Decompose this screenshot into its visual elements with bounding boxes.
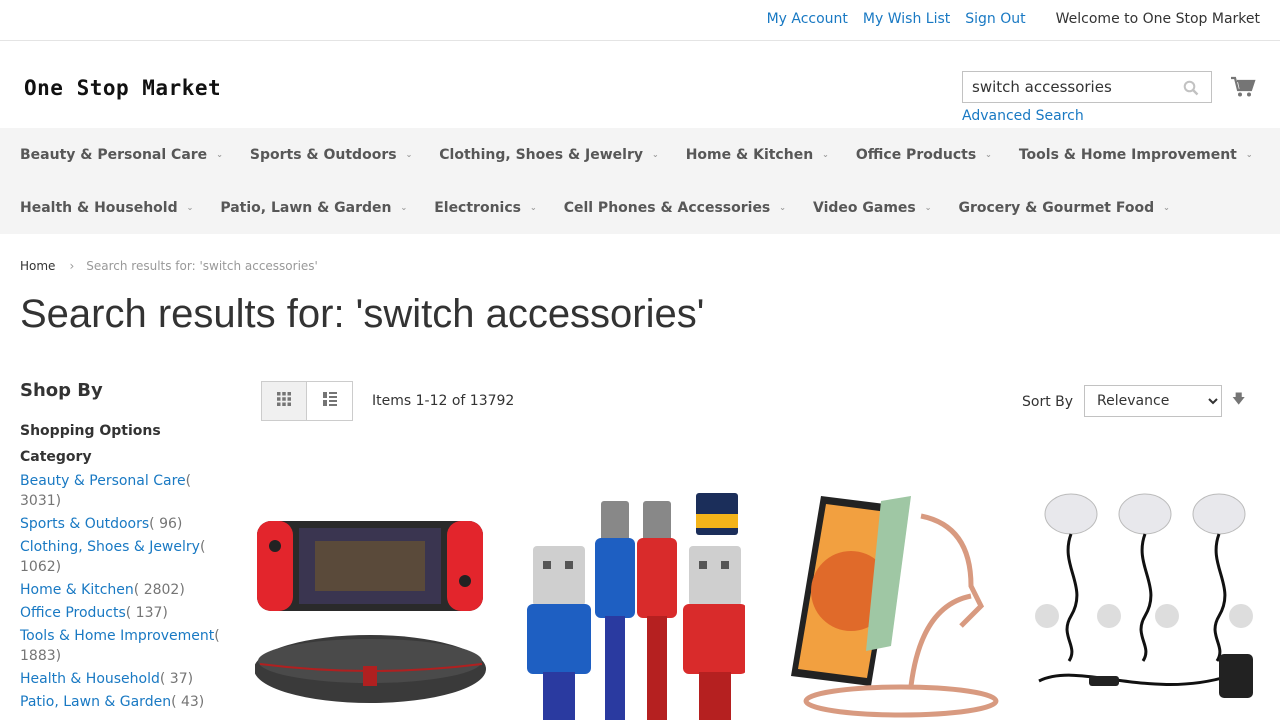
category-count: ( 43) xyxy=(171,694,205,710)
list-item: Clothing, Shoes & Jewelry( 1062) xyxy=(20,537,220,577)
chevron-down-icon: ⌄ xyxy=(405,150,413,159)
nav-label: Beauty & Personal Care xyxy=(20,146,208,163)
nav-item-home-kitchen[interactable]: Home & Kitchen ⌄ xyxy=(686,147,829,163)
list-item: Office Products( 137) xyxy=(20,603,220,623)
nav-item-sports[interactable]: Sports & Outdoors ⌄ xyxy=(250,147,412,163)
nav-item-cell-phones[interactable]: Cell Phones & Accessories ⌄ xyxy=(564,200,786,216)
nav-item-health[interactable]: Health & Household ⌄ xyxy=(20,200,193,216)
category-link[interactable]: Home & Kitchen xyxy=(20,582,134,598)
list-item: Sports & Outdoors( 96) xyxy=(20,514,220,534)
sort-direction-icon[interactable]: 🡇 xyxy=(1232,390,1245,412)
list-item: Home & Kitchen( 2802) xyxy=(20,580,220,600)
chevron-down-icon: ⌄ xyxy=(652,150,659,159)
category-count: ( 96) xyxy=(149,516,183,532)
chevron-down-icon: ⌄ xyxy=(985,150,992,159)
chevron-down-icon: ⌄ xyxy=(779,203,786,212)
sort-by-label: Sort By xyxy=(1022,394,1074,410)
site-logo[interactable]: One Stop Market xyxy=(24,76,221,100)
nav-item-electronics[interactable]: Electronics ⌄ xyxy=(434,200,536,216)
nav-item-grocery[interactable]: Grocery & Gourmet Food ⌄ xyxy=(958,200,1169,216)
nav-item-clothing[interactable]: Clothing, Shoes & Jewelry ⌄ xyxy=(439,147,658,163)
nav-label: Grocery & Gourmet Food xyxy=(958,199,1155,216)
search-input[interactable] xyxy=(963,72,1173,102)
category-count: ( 2802) xyxy=(133,582,185,598)
nav-item-office[interactable]: Office Products ⌄ xyxy=(856,147,992,163)
category-link[interactable]: Tools & Home Improvement xyxy=(20,628,214,644)
items-count: Items 1-12 of 13792 xyxy=(372,393,515,409)
nav-label: Clothing, Shoes & Jewelry xyxy=(439,146,644,163)
chevron-down-icon: ⌄ xyxy=(1245,150,1253,159)
chevron-down-icon: ⌄ xyxy=(400,203,408,212)
category-link[interactable]: Sports & Outdoors xyxy=(20,516,149,532)
grid-view-button[interactable] xyxy=(261,381,307,421)
welcome-message: Welcome to One Stop Market xyxy=(1055,11,1260,27)
top-header-bar: My Account My Wish List Sign Out Welcome… xyxy=(0,0,1280,41)
category-link[interactable]: Clothing, Shoes & Jewelry xyxy=(20,539,200,555)
nav-label: Health & Household xyxy=(20,199,178,216)
nav-item-patio[interactable]: Patio, Lawn & Garden ⌄ xyxy=(220,200,407,216)
shopping-options-heading: Shopping Options xyxy=(20,423,161,439)
nav-label: Office Products xyxy=(855,146,977,163)
sidebar-filters: Shop By Shopping Options Category Beauty… xyxy=(20,380,220,715)
breadcrumb: Home › Search results for: 'switch acces… xyxy=(20,259,318,273)
list-item: Health & Household( 37) xyxy=(20,669,220,689)
category-link[interactable]: Beauty & Personal Care xyxy=(20,473,186,489)
product-image-phone-stand[interactable] xyxy=(771,486,1003,720)
category-link[interactable]: Office Products xyxy=(20,605,126,621)
main-navigation: Beauty & Personal Care ⌄ Sports & Outdoor… xyxy=(0,128,1280,234)
chevron-down-icon: ⌄ xyxy=(924,203,932,212)
header: One Stop Market Advanced Search xyxy=(0,41,1280,128)
chevron-down-icon: ⌄ xyxy=(1163,203,1170,212)
nav-label: Sports & Outdoors xyxy=(249,146,397,163)
sort-by-select[interactable]: Relevance xyxy=(1084,385,1223,417)
list-item: Patio, Lawn & Garden( 43) xyxy=(20,692,220,712)
list-item: Beauty & Personal Care( 3031) xyxy=(20,471,220,511)
chevron-down-icon: ⌄ xyxy=(186,203,194,212)
list-view-button[interactable] xyxy=(307,381,353,421)
product-image-led-puck-lights[interactable] xyxy=(1029,486,1261,720)
sign-out-link[interactable]: Sign Out xyxy=(965,11,1025,27)
chevron-right-icon: › xyxy=(69,259,75,273)
my-account-link[interactable]: My Account xyxy=(767,11,848,27)
category-link[interactable]: Health & Household xyxy=(20,671,160,687)
my-wish-list-link[interactable]: My Wish List xyxy=(863,11,950,27)
shop-by-heading: Shop By xyxy=(20,380,103,401)
nav-label: Cell Phones & Accessories xyxy=(563,199,771,216)
chevron-down-icon: ⌄ xyxy=(529,203,537,212)
nav-label: Home & Kitchen xyxy=(685,146,814,163)
chevron-down-icon: ⌄ xyxy=(216,150,223,159)
nav-item-video-games[interactable]: Video Games ⌄ xyxy=(813,200,931,216)
product-image-switch-case[interactable] xyxy=(255,486,487,720)
view-mode-switcher xyxy=(261,381,353,421)
list-item: Tools & Home Improvement( 1883) xyxy=(20,626,220,666)
nav-label: Tools & Home Improvement xyxy=(1018,146,1237,163)
page-title: Search results for: 'switch accessories' xyxy=(20,292,705,336)
advanced-search-link[interactable]: Advanced Search xyxy=(962,108,1084,124)
nav-label: Patio, Lawn & Garden xyxy=(220,199,392,216)
nav-item-beauty[interactable]: Beauty & Personal Care ⌄ xyxy=(20,147,223,163)
product-image-usb-c-cable[interactable] xyxy=(513,486,745,720)
grid-icon xyxy=(277,392,291,410)
category-count: ( 137) xyxy=(125,605,168,621)
breadcrumb-home-link[interactable]: Home xyxy=(20,259,55,273)
header-links: My Account My Wish List Sign Out Welcome… xyxy=(752,11,1260,27)
list-icon xyxy=(322,392,337,410)
cart-icon[interactable] xyxy=(1230,75,1256,99)
nav-label: Electronics xyxy=(434,199,521,216)
nav-row: Health & Household ⌄ Patio, Lawn & Garden… xyxy=(20,181,1280,234)
product-grid xyxy=(255,486,1280,720)
category-count: ( 37) xyxy=(159,671,194,687)
category-filter-title[interactable]: Category xyxy=(20,449,220,465)
search-box xyxy=(962,71,1212,103)
nav-label: Video Games xyxy=(812,199,916,216)
nav-item-tools[interactable]: Tools & Home Improvement ⌄ xyxy=(1019,147,1253,163)
search-icon[interactable] xyxy=(1183,80,1199,96)
category-list: Beauty & Personal Care( 3031) Sports & O… xyxy=(20,471,220,712)
nav-row: Beauty & Personal Care ⌄ Sports & Outdoor… xyxy=(20,128,1280,181)
chevron-down-icon: ⌄ xyxy=(822,150,829,159)
sorter: Sort By Relevance 🡇 xyxy=(1022,385,1245,417)
breadcrumb-current: Search results for: 'switch accessories' xyxy=(86,259,318,273)
category-link[interactable]: Patio, Lawn & Garden xyxy=(20,694,171,710)
